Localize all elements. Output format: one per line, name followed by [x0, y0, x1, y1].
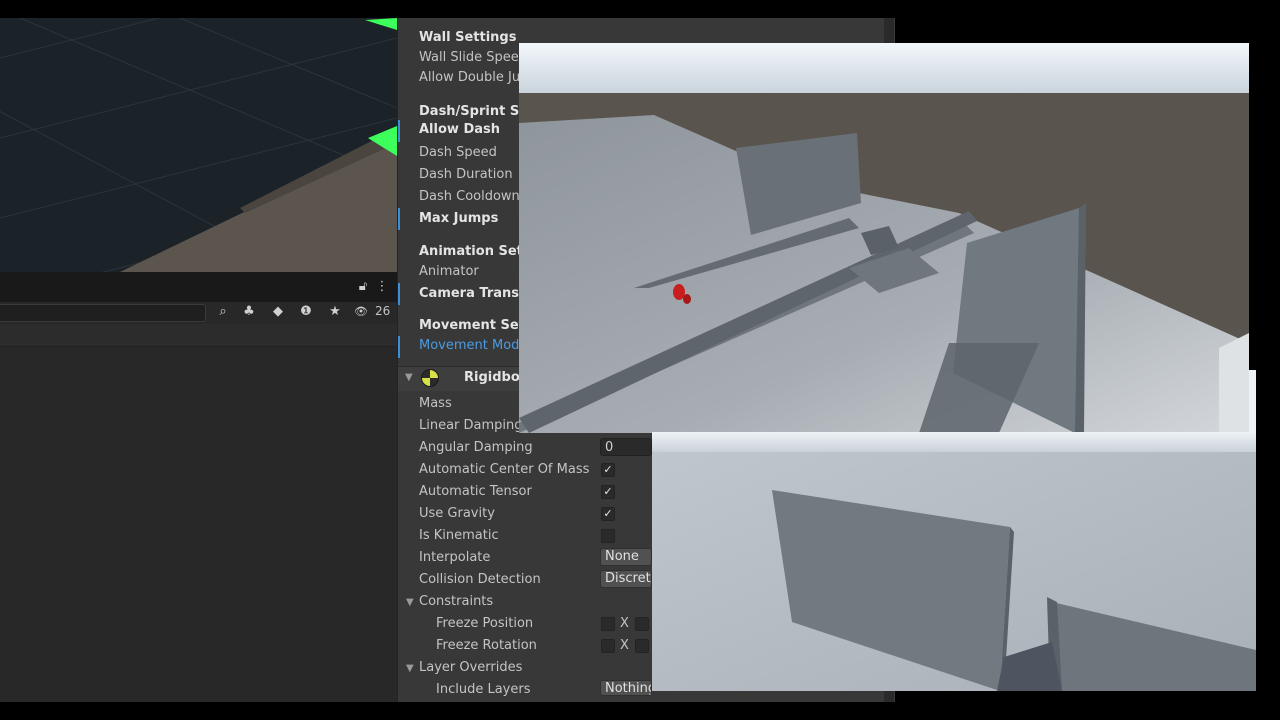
auto-center-of-mass-label: Automatic Center Of Mass [419, 462, 590, 477]
audio-icon[interactable]: ♣ [240, 303, 258, 321]
auto-tensor-checkbox[interactable]: ✓ [601, 485, 615, 499]
wall-settings-header: Wall Settings [419, 30, 517, 45]
modified-marker [398, 283, 400, 305]
game-scene-render [519, 43, 1249, 433]
camera-transform-label: Camera Transfo [419, 286, 534, 301]
hidden-count: 26 [375, 304, 391, 318]
freeze-position-label: Freeze Position [436, 616, 534, 631]
include-layers-label: Include Layers [436, 682, 531, 697]
tag-icon[interactable]: ◆ [269, 303, 287, 321]
scene-grid [0, 18, 397, 272]
star-icon[interactable]: ★ [326, 303, 344, 321]
layer-overrides-label[interactable]: Layer Overrides [419, 660, 522, 675]
freeze-position-y-checkbox[interactable] [635, 617, 649, 631]
collision-detection-label: Collision Detection [419, 572, 541, 587]
include-layers-dropdown[interactable]: Nothing [600, 680, 652, 696]
freeze-rotation-y-checkbox[interactable] [635, 639, 649, 653]
use-gravity-label: Use Gravity [419, 506, 495, 521]
dash-duration-label: Dash Duration [419, 167, 513, 182]
game-view-edge [1249, 370, 1256, 432]
is-kinematic-label: Is Kinematic [419, 528, 499, 543]
freeze-position-x-checkbox[interactable] [601, 617, 615, 631]
layer-overrides-fold-icon[interactable]: ▼ [406, 663, 414, 674]
animation-settings-header: Animation Setti [419, 244, 534, 259]
is-kinematic-checkbox[interactable] [601, 529, 615, 543]
wall-slide-speed-label: Wall Slide Speed [419, 50, 527, 65]
freeze-position-x-label: X [620, 616, 629, 631]
dash-speed-label: Dash Speed [419, 145, 497, 160]
freeze-rotation-x-checkbox[interactable] [601, 639, 615, 653]
constraints-fold-icon[interactable]: ▼ [406, 597, 414, 608]
linear-damping-label: Linear Damping [419, 418, 523, 433]
allow-dash-label: Allow Dash [419, 122, 500, 137]
game-view-secondary[interactable] [652, 432, 1256, 691]
interpolate-label: Interpolate [419, 550, 491, 565]
game-view-main[interactable] [519, 43, 1249, 433]
modified-marker [398, 208, 400, 230]
angular-damping-field[interactable]: 0 [600, 438, 652, 456]
collision-detection-dropdown[interactable]: Discrete [600, 570, 652, 588]
allow-double-jump-label: Allow Double Ju [419, 70, 521, 85]
max-jumps-label: Max Jumps [419, 211, 499, 226]
auto-tensor-label: Automatic Tensor [419, 484, 532, 499]
angular-damping-label: Angular Damping [419, 440, 533, 455]
dash-cooldown-label: Dash Cooldown [419, 189, 520, 204]
rigidbody-icon [421, 369, 439, 387]
scene-view[interactable] [0, 18, 397, 272]
dash-settings-header: Dash/Sprint Set [419, 104, 535, 119]
game-scene-render-2 [652, 432, 1256, 691]
interpolate-dropdown[interactable]: None [600, 548, 652, 566]
lock-icon[interactable]: 🔓︎ [354, 278, 372, 296]
menu-icon[interactable]: ⋮ [373, 278, 391, 296]
rigidbody-title: Rigidboc [464, 370, 528, 385]
constraints-label[interactable]: Constraints [419, 594, 493, 609]
modified-marker [398, 120, 400, 142]
movement-mode-label: Movement Mod [419, 338, 520, 353]
hierarchy-tab-bar: 🔓︎ ⋮ [0, 272, 397, 303]
freeze-rotation-label: Freeze Rotation [436, 638, 537, 653]
mass-label: Mass [419, 396, 452, 411]
modified-marker [398, 336, 400, 358]
collapse-arrow-icon[interactable]: ▼ [405, 372, 413, 383]
freeze-rotation-x-label: X [620, 638, 629, 653]
animator-label: Animator [419, 264, 479, 279]
eye-icon[interactable]: 👁︎ [352, 303, 370, 321]
hierarchy-header [0, 324, 397, 347]
warning-icon[interactable]: ❶ [297, 303, 315, 321]
auto-center-of-mass-checkbox[interactable]: ✓ [601, 463, 615, 477]
use-gravity-checkbox[interactable]: ✓ [601, 507, 615, 521]
hierarchy-panel[interactable] [0, 324, 397, 702]
search-icon[interactable]: ⌕ [214, 303, 232, 321]
search-input[interactable] [0, 304, 206, 322]
